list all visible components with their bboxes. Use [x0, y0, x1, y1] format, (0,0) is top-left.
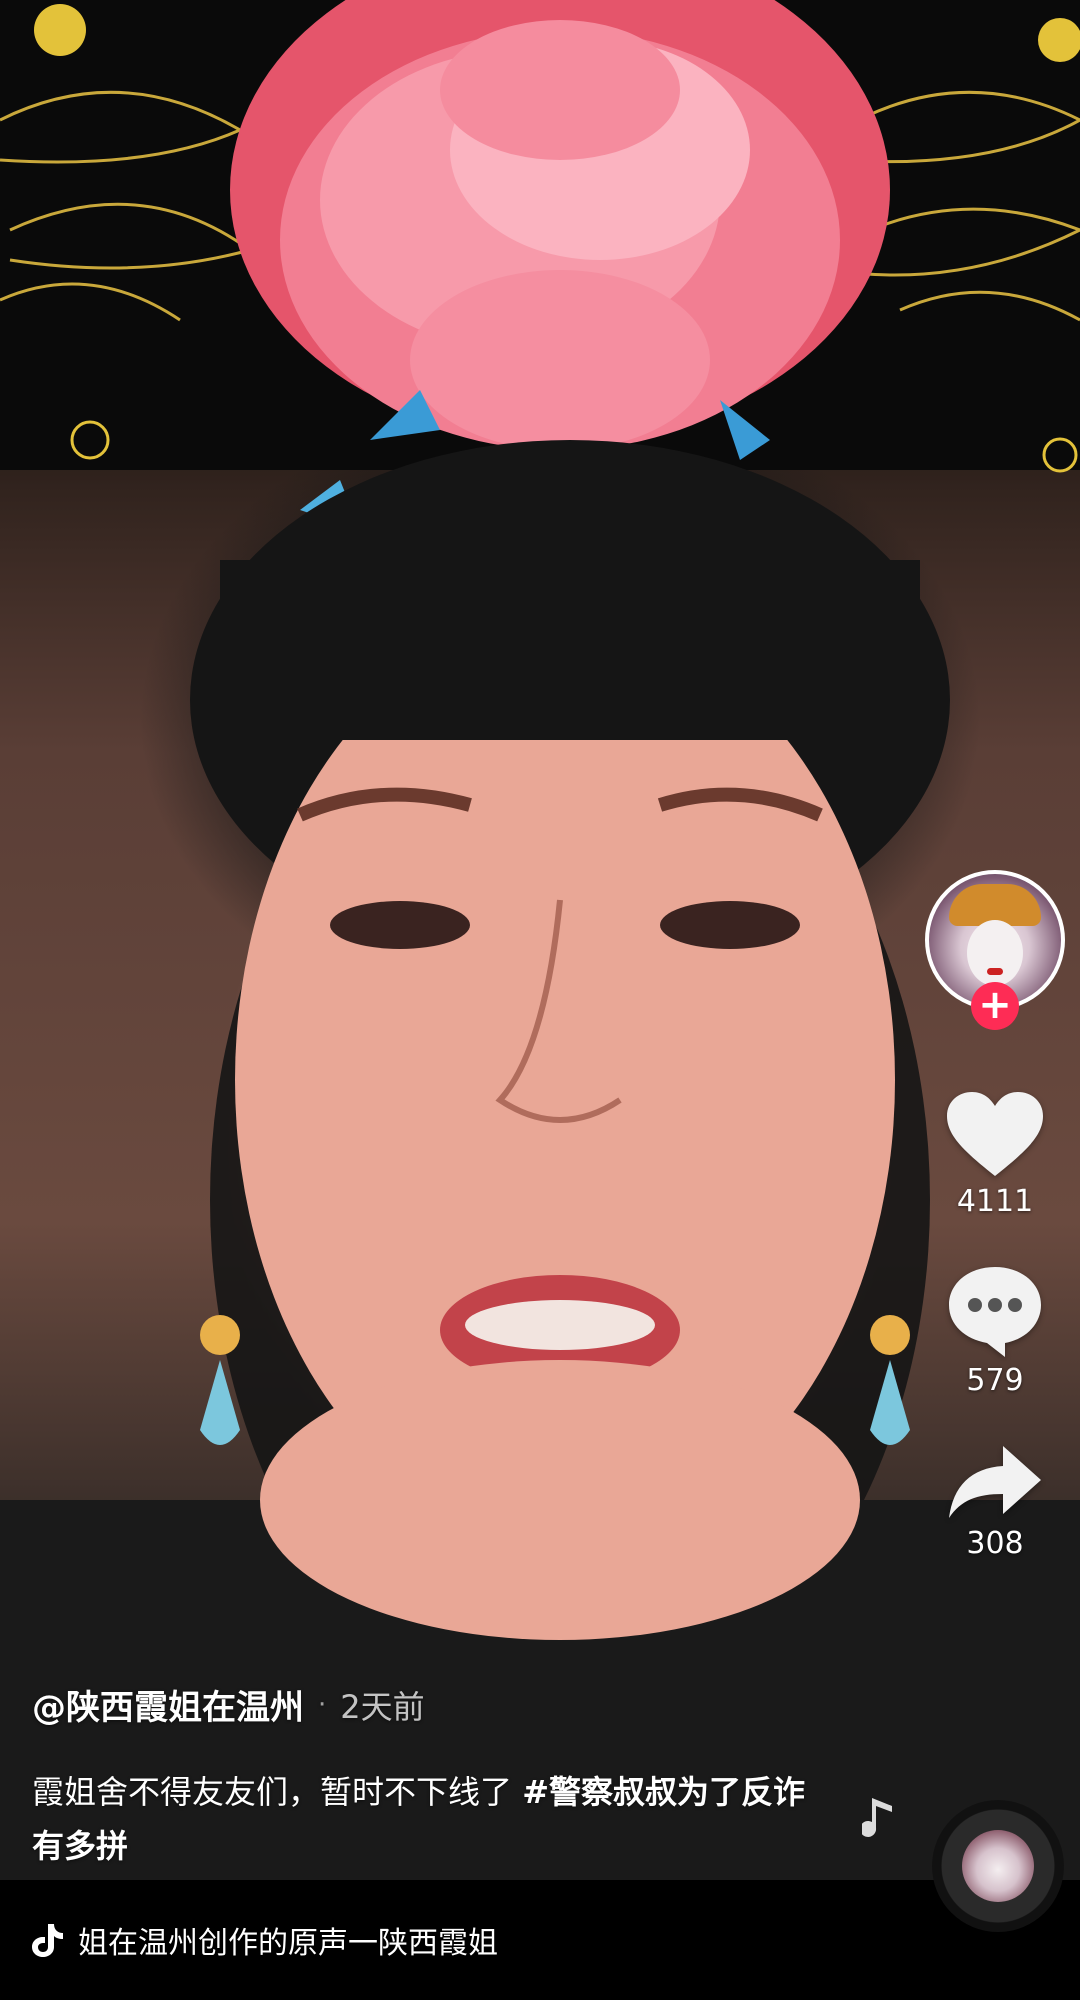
music-title: 姐在温州创作的原声一陕西霞姐 — [78, 1926, 498, 1961]
post-time: 2天前 — [340, 1687, 425, 1726]
follow-button[interactable]: + — [971, 982, 1019, 1030]
music-note-icon — [862, 1798, 892, 1837]
like-button[interactable]: 4111 — [945, 1090, 1045, 1219]
avatar-lips — [987, 968, 1003, 975]
video-frame — [0, 0, 1080, 1880]
comment-button[interactable]: 579 — [945, 1263, 1045, 1398]
author-avatar-wrap[interactable]: + — [925, 870, 1065, 1030]
separator-dot: · — [318, 1689, 327, 1720]
comment-count: 579 — [966, 1363, 1024, 1398]
music-disc-cover — [962, 1830, 1034, 1902]
plus-icon: + — [978, 982, 1012, 1028]
video-caption: @陕西霞姐在温州 · 2天前 霞姐舍不得友友们，暂时不下线了 #警察叔叔为了反诈… — [32, 1680, 832, 1873]
music-disc[interactable] — [932, 1800, 1064, 1932]
comment-icon — [949, 1267, 1041, 1357]
share-button[interactable]: 308 — [947, 1442, 1043, 1561]
author-handle[interactable]: @陕西霞姐在温州 — [32, 1680, 304, 1729]
share-count: 308 — [966, 1526, 1024, 1561]
tiktok-icon — [32, 1924, 63, 1957]
like-count: 4111 — [956, 1184, 1034, 1219]
share-icon — [949, 1446, 1041, 1518]
video-description: 霞姐舍不得友友们，暂时不下线了 #警察叔叔为了反诈有多拼 — [32, 1765, 832, 1873]
heart-icon — [947, 1092, 1043, 1176]
action-rail: + 4111 579 308 — [920, 870, 1070, 1605]
avatar-face — [967, 920, 1023, 986]
music-bar[interactable]: 姐在温州创作的原声一陕西霞姐 — [0, 1880, 1080, 2000]
description-text: 霞姐舍不得友友们，暂时不下线了 — [32, 1773, 523, 1811]
author-row: @陕西霞姐在温州 · 2天前 — [32, 1680, 832, 1729]
video-player[interactable] — [0, 0, 1080, 1880]
